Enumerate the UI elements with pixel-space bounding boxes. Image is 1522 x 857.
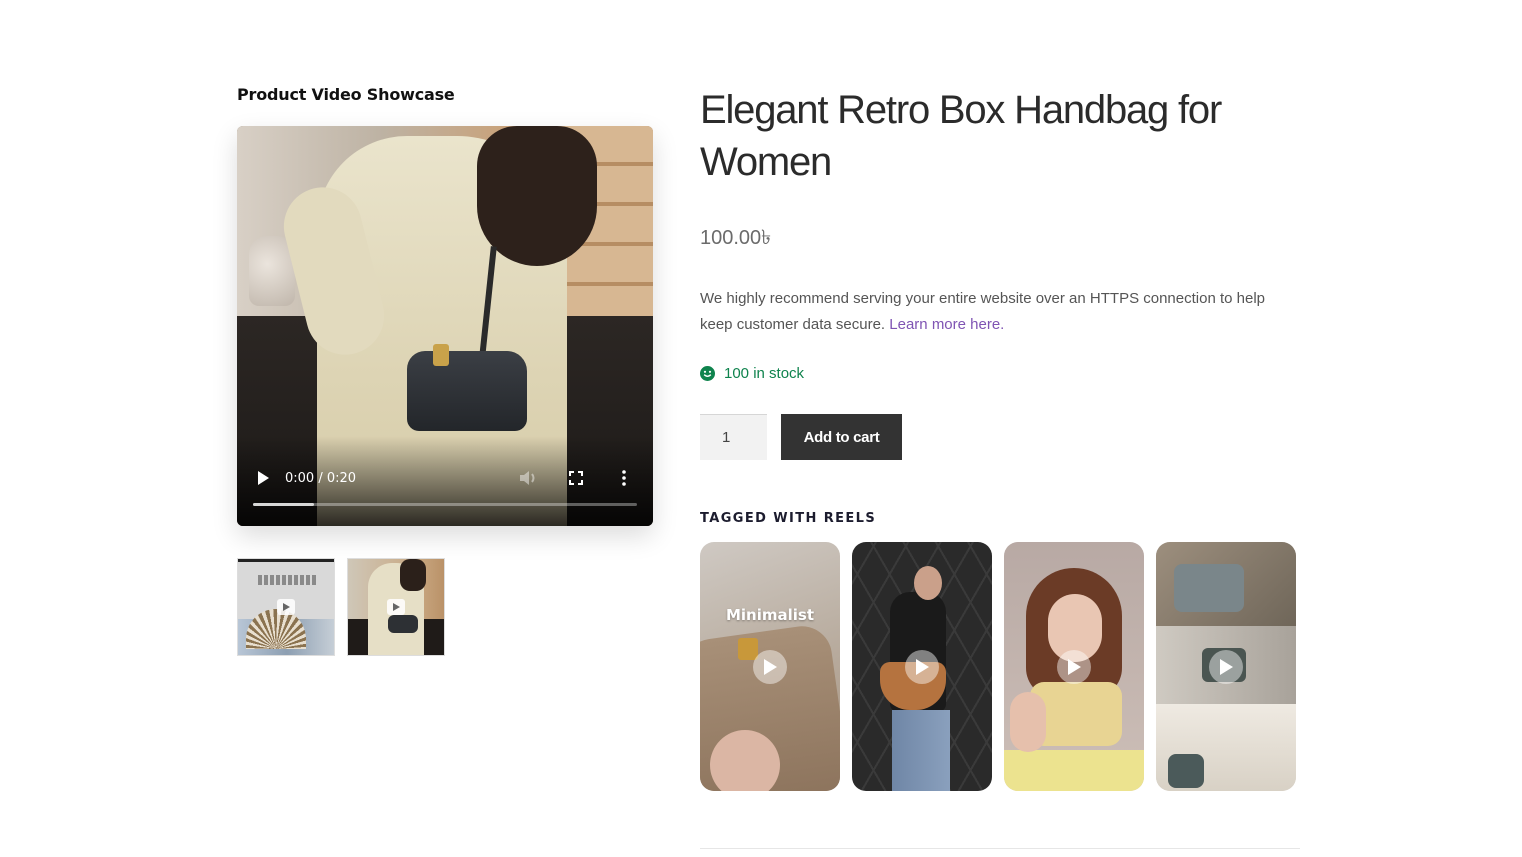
thumbnail-text-lines bbox=[258, 575, 316, 585]
learn-more-link[interactable]: Learn more here. bbox=[889, 316, 1004, 333]
more-icon[interactable] bbox=[613, 467, 635, 489]
reel-item[interactable] bbox=[1004, 542, 1144, 791]
video-showcase: Product Video Showcase 0:00 / 0:20 bbox=[237, 84, 657, 656]
add-to-cart-button[interactable]: Add to cart bbox=[781, 414, 902, 460]
reels-list: Minimalist bbox=[700, 542, 1300, 791]
reel-handbag bbox=[1168, 754, 1204, 788]
video-frame-bag-clasp bbox=[433, 344, 449, 366]
video-progress-bar[interactable] bbox=[253, 503, 637, 506]
video-thumbnail-1[interactable] bbox=[237, 558, 335, 656]
play-icon[interactable] bbox=[255, 470, 271, 486]
quantity-input[interactable] bbox=[700, 414, 767, 460]
video-player[interactable]: 0:00 / 0:20 bbox=[237, 126, 653, 526]
stock-status: 100 in stock bbox=[700, 362, 1300, 384]
video-time: 0:00 / 0:20 bbox=[285, 470, 357, 486]
video-thumbnails bbox=[237, 558, 657, 656]
reel-skirt bbox=[1004, 750, 1144, 791]
play-icon bbox=[1057, 649, 1091, 684]
video-frame-hair bbox=[477, 126, 597, 266]
product-title: Elegant Retro Box Handbag for Women bbox=[700, 88, 1222, 184]
fullscreen-icon[interactable] bbox=[565, 467, 587, 489]
showcase-title: Product Video Showcase bbox=[237, 85, 455, 104]
thumbnail-hair bbox=[400, 559, 426, 591]
play-icon bbox=[387, 599, 405, 615]
stock-text: 100 in stock bbox=[724, 364, 805, 382]
section-divider bbox=[700, 848, 1300, 849]
reel-jeans bbox=[892, 710, 950, 791]
reel-item[interactable]: Minimalist bbox=[700, 542, 840, 791]
product-description: We highly recommend serving your entire … bbox=[700, 286, 1300, 338]
product-price: 100.00৳ bbox=[700, 227, 772, 249]
reel-hand bbox=[1010, 692, 1046, 752]
reel-item[interactable] bbox=[1156, 542, 1296, 791]
play-icon bbox=[905, 649, 939, 684]
play-icon bbox=[1209, 649, 1243, 684]
play-icon bbox=[277, 599, 295, 615]
reels-heading: TAGGED WITH REELS bbox=[700, 511, 877, 526]
reel-overlay-text: Minimalist bbox=[725, 606, 815, 624]
product-summary: Elegant Retro Box Handbag for Women 100.… bbox=[700, 84, 1300, 791]
video-frame-handbag bbox=[407, 351, 527, 431]
smiley-icon bbox=[700, 365, 715, 381]
reel-person-head bbox=[914, 566, 942, 600]
volume-icon[interactable] bbox=[517, 467, 539, 489]
add-to-cart-form: Add to cart bbox=[700, 414, 1300, 460]
play-icon bbox=[753, 649, 787, 684]
thumbnail-handbag bbox=[388, 615, 418, 633]
reel-hand bbox=[710, 730, 780, 791]
video-progress-fill bbox=[253, 503, 315, 506]
reel-handbag bbox=[1174, 564, 1244, 612]
video-controls: 0:00 / 0:20 bbox=[237, 456, 653, 500]
video-thumbnail-2[interactable] bbox=[347, 558, 445, 656]
reel-item[interactable] bbox=[852, 542, 992, 791]
